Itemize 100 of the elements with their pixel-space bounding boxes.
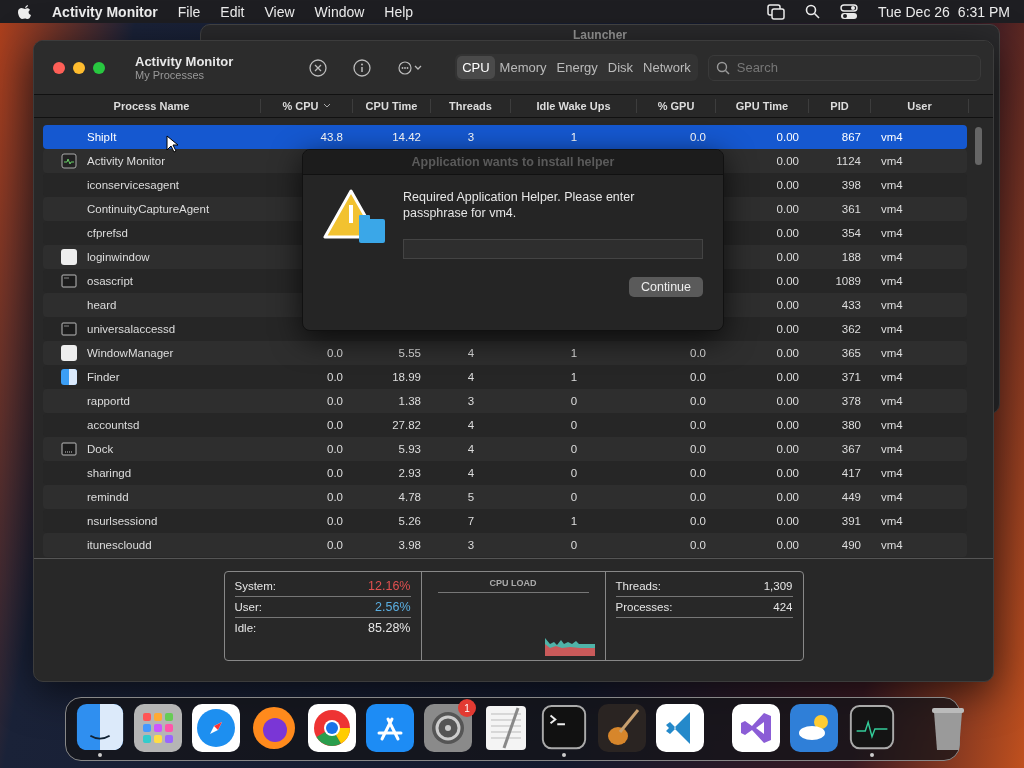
table-cell: 3 (467, 539, 475, 551)
table-cell: 0.00 (776, 371, 799, 383)
table-cell: 391 (841, 515, 861, 527)
process-name: Dock (87, 443, 114, 455)
stat-label: Idle: (234, 622, 257, 634)
stat-label: Processes: (615, 601, 673, 613)
table-cell: 0.0 (690, 443, 706, 455)
process-name: rapportd (87, 395, 130, 407)
table-cell: vm4 (881, 299, 903, 311)
table-cell: vm4 (881, 155, 903, 167)
table-cell: 0.0 (327, 491, 343, 503)
table-cell: 0.0 (327, 515, 343, 527)
table-cell: 0 (570, 395, 578, 407)
table-cell: 1 (570, 347, 578, 359)
process-name: itunescloudd (87, 539, 152, 551)
process-name: iconservicesagent (87, 179, 180, 191)
table-cell: vm4 (881, 251, 903, 263)
process-name: cfprefsd (87, 227, 128, 239)
table-cell: 0.00 (776, 443, 799, 455)
table-cell: 354 (841, 227, 861, 239)
table-cell: 378 (841, 395, 861, 407)
table-cell: 0.00 (776, 179, 799, 191)
window-title: Activity Monitor (135, 54, 235, 69)
stat-value: 85.28% (368, 621, 411, 635)
table-cell: 1124 (836, 155, 861, 167)
table-cell: 398 (841, 179, 861, 191)
table-cell: 0.0 (327, 347, 343, 359)
table-cell: vm4 (881, 539, 903, 551)
table-cell: 0 (570, 539, 578, 551)
table-cell: 2.93 (398, 467, 421, 479)
table-cell: 0.0 (690, 347, 706, 359)
table-cell: 0.00 (776, 155, 799, 167)
table-cell: 4 (467, 443, 475, 455)
table-cell: 0.00 (776, 131, 799, 143)
table-cell: 0.00 (776, 299, 799, 311)
window-subtitle: My Processes (135, 69, 206, 81)
table-cell: 1 (570, 515, 578, 527)
table-cell: 0.0 (327, 443, 343, 455)
table-cell: vm4 (881, 443, 903, 455)
table-cell: 0.00 (776, 251, 799, 263)
table-cell: vm4 (881, 467, 903, 479)
table-cell: 0.00 (776, 467, 799, 479)
stat-value: 1,309 (763, 580, 793, 592)
table-cell: 5.26 (398, 515, 421, 527)
table-cell: 361 (841, 203, 861, 215)
table-cell: vm4 (881, 131, 903, 143)
table-cell: 0.00 (776, 227, 799, 239)
table-cell: 3.98 (398, 539, 421, 551)
table-cell: 7 (467, 515, 475, 527)
table-cell: 365 (841, 347, 861, 359)
stat-label: Threads: (615, 580, 661, 592)
stat-value: 2.56% (375, 600, 411, 614)
table-cell: 0.0 (690, 491, 706, 503)
process-name: universalaccessd (87, 323, 176, 335)
table-cell: vm4 (881, 179, 903, 191)
process-name: Finder (87, 371, 120, 383)
table-cell: 380 (841, 419, 861, 431)
chart-title: CPU LOAD (437, 576, 589, 593)
process-name: sharingd (87, 467, 132, 479)
table-cell: vm4 (881, 419, 903, 431)
table-cell: 0.00 (776, 275, 799, 287)
table-cell: 1 (570, 131, 578, 143)
process-name: ShipIt (87, 131, 117, 143)
table-cell: 1.38 (398, 395, 421, 407)
table-cell: vm4 (881, 323, 903, 335)
table-cell: 1089 (835, 275, 861, 287)
table-cell: vm4 (881, 515, 903, 527)
table-cell: 371 (841, 371, 861, 383)
table-cell: 0.0 (690, 395, 706, 407)
process-name: nsurlsessiond (87, 515, 158, 527)
table-cell: 867 (841, 131, 861, 143)
table-cell: 188 (841, 251, 861, 263)
process-name: accountsd (87, 419, 140, 431)
table-cell: 0.0 (327, 467, 343, 479)
process-name: Activity Monitor (87, 155, 165, 167)
table-cell: 4 (467, 419, 475, 431)
process-name: heard (87, 299, 117, 311)
table-cell: 0.0 (690, 467, 706, 479)
table-cell: 0.00 (776, 515, 799, 527)
table-cell: 4 (467, 371, 475, 383)
stat-value: 424 (773, 601, 793, 613)
table-cell: 43.8 (320, 131, 343, 143)
stat-label: User: (234, 601, 262, 613)
stat-value: 12.16% (368, 579, 411, 593)
table-cell: 0.0 (690, 131, 706, 143)
table-cell: 0.00 (776, 419, 799, 431)
table-cell: 0 (570, 443, 578, 455)
table-cell: 417 (841, 467, 861, 479)
notification-badge: 1 (458, 699, 476, 717)
process-name: loginwindow (87, 251, 150, 263)
table-cell: 0 (570, 419, 578, 431)
table-cell: vm4 (881, 275, 903, 287)
table-cell: 0.0 (690, 515, 706, 527)
table-cell: 4 (467, 467, 475, 479)
table-cell: 0.0 (690, 419, 706, 431)
table-cell: 0 (570, 467, 578, 479)
table-cell: 5 (467, 491, 475, 503)
table-cell: 5.93 (398, 443, 421, 455)
table-cell: 0.0 (327, 371, 343, 383)
table-cell: vm4 (881, 371, 903, 383)
